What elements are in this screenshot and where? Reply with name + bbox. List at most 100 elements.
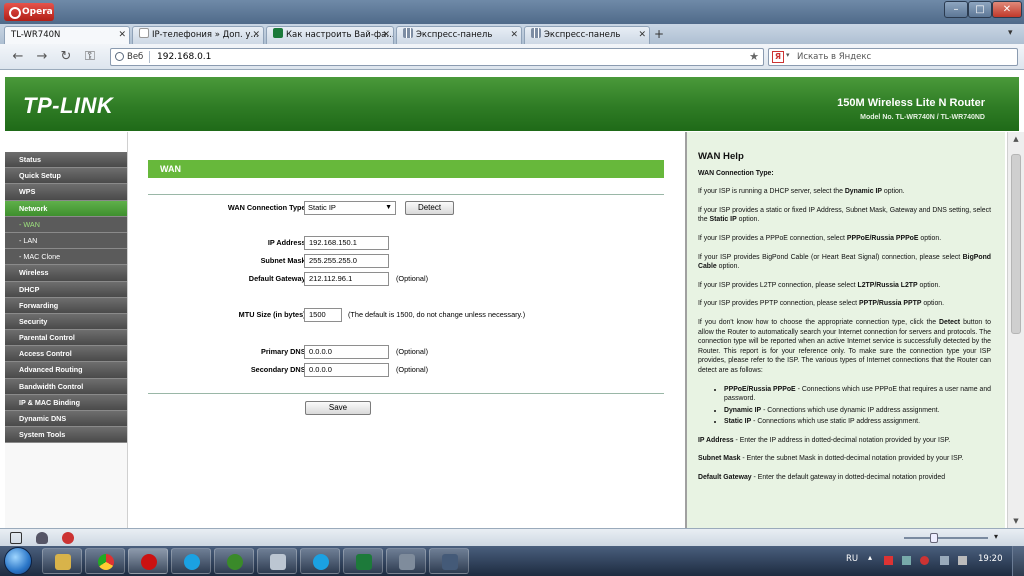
taskbar-opera[interactable] [128, 548, 168, 574]
tab-router[interactable]: TL-WR740N ✕ [4, 26, 130, 44]
search-engine-chevron-icon[interactable]: ▾ [786, 51, 790, 59]
zoom-slider-knob[interactable] [930, 533, 938, 543]
close-window-button[interactable]: ✕ [992, 1, 1022, 18]
opera-menu-button[interactable]: Opera [4, 3, 54, 21]
scroll-thumb[interactable] [1011, 154, 1021, 334]
close-tab-icon[interactable]: ✕ [510, 27, 518, 43]
menu-dynamic-dns[interactable]: Dynamic DNS [5, 411, 127, 428]
tab-speed-dial-2[interactable]: Экспресс-панель ✕ [524, 26, 650, 44]
close-tab-icon[interactable]: ✕ [252, 27, 260, 43]
scroll-up-arrow-icon[interactable]: ▲ [1008, 132, 1024, 146]
close-tab-icon[interactable]: ✕ [638, 27, 646, 43]
new-tab-plus-icon[interactable]: + [652, 28, 666, 42]
excel-icon [356, 554, 372, 570]
detect-button[interactable]: Detect [405, 201, 454, 215]
navigation-toolbar: ← → ↻ ⚿ Веб 192.168.0.1 ★ Я ▾ Искать в Я… [0, 44, 1024, 70]
search-field[interactable]: Я ▾ Искать в Яндекс [768, 48, 1018, 66]
tab-speed-dial-1[interactable]: Экспресс-панель ✕ [396, 26, 522, 44]
zoom-menu-chevron-icon[interactable]: ▾ [994, 532, 998, 541]
tab-wifi-howto[interactable]: Как настроить Вай-фа... ✕ [266, 26, 394, 44]
tab-list-chevron-icon[interactable]: ▾ [1008, 28, 1013, 38]
panel-toggle-icon[interactable] [10, 532, 22, 544]
language-indicator[interactable]: RU [846, 554, 858, 564]
close-tab-icon[interactable]: ✕ [382, 27, 390, 43]
battery-icon[interactable] [958, 556, 967, 565]
scroll-down-arrow-icon[interactable]: ▼ [1008, 514, 1024, 528]
reload-icon[interactable]: ↻ [58, 49, 74, 65]
menu-wps[interactable]: WPS [5, 184, 127, 201]
key-icon[interactable]: ⚿ [82, 49, 98, 65]
network-tray-icon[interactable] [902, 556, 911, 565]
taskbar-app[interactable] [257, 548, 297, 574]
divider [148, 194, 664, 195]
menu-wan[interactable]: - WAN [5, 216, 127, 233]
menu-ip-mac-binding[interactable]: IP & MAC Binding [5, 394, 127, 411]
back-arrow-icon[interactable]: ← [10, 49, 26, 65]
menu-advanced-routing[interactable]: Advanced Routing [5, 362, 127, 379]
speed-dial-icon [531, 28, 541, 38]
help-panel: WAN Help WAN Connection Type: If your IS… [685, 132, 1005, 528]
menu-spacer [5, 132, 127, 152]
router-page: TP-LINK 150M Wireless Lite N Router Mode… [0, 70, 1024, 528]
tray-expand-chevron-icon[interactable]: ▴ [868, 553, 877, 562]
mixer-icon [442, 554, 458, 570]
show-desktop-button[interactable] [1012, 546, 1024, 576]
menu-mac-clone[interactable]: - MAC Clone [5, 249, 127, 266]
tab-speed-dial-2-label: Экспресс-панель [544, 30, 621, 40]
bookmark-star-icon[interactable]: ★ [749, 49, 759, 65]
start-button[interactable] [4, 547, 32, 575]
taskbar-mixer[interactable] [429, 548, 469, 574]
antivirus-tray-icon[interactable] [920, 556, 929, 565]
clock[interactable]: 19:20 [978, 554, 1003, 564]
mtu-field[interactable]: 1500 [304, 308, 342, 322]
help-paragraph: Default Gateway - Enter the default gate… [698, 474, 946, 482]
menu-bandwidth-control[interactable]: Bandwidth Control [5, 378, 127, 395]
primary-dns-field[interactable]: 0.0.0.0 [304, 345, 389, 359]
menu-wireless[interactable]: Wireless [5, 265, 127, 282]
help-paragraph: If your ISP provides a PPPoE connection,… [698, 234, 942, 242]
taskbar-chrome[interactable] [85, 548, 125, 574]
help-scrollbar[interactable]: ▲ ▼ [1007, 132, 1024, 528]
flag-icon[interactable] [884, 556, 893, 565]
help-paragraph: If your ISP provides BigPond Cable (or H… [698, 253, 991, 271]
forward-arrow-icon[interactable]: → [34, 49, 50, 65]
cloud-icon[interactable] [36, 532, 48, 544]
taskbar-skype-1[interactable] [171, 548, 211, 574]
taskbar-utorrent[interactable] [214, 548, 254, 574]
url-text[interactable]: 192.168.0.1 [157, 51, 211, 63]
connection-type-value: Static IP [308, 203, 336, 212]
opera-menu-label: Opera [22, 7, 53, 17]
zoom-slider-track[interactable] [904, 537, 988, 539]
volume-icon[interactable] [940, 556, 949, 565]
subnet-mask-field[interactable]: 255.255.255.0 [304, 254, 389, 268]
tab-router-label: TL-WR740N [11, 30, 61, 40]
taskbar-skype-2[interactable] [300, 548, 340, 574]
default-gateway-field[interactable]: 212.112.96.1 [304, 272, 389, 286]
menu-status[interactable]: Status [5, 152, 127, 169]
yandex-icon[interactable]: Я [772, 51, 784, 63]
ip-address-field[interactable]: 192.168.150.1 [304, 236, 389, 250]
tab-wifi-howto-label: Как настроить Вай-фа... [286, 30, 394, 40]
taskbar-excel[interactable] [343, 548, 383, 574]
menu-quick-setup[interactable]: Quick Setup [5, 168, 127, 185]
secondary-dns-field[interactable]: 0.0.0.0 [304, 363, 389, 377]
address-field[interactable]: Веб 192.168.0.1 ★ [110, 48, 764, 66]
menu-dhcp[interactable]: DHCP [5, 281, 127, 298]
model-number: Model No. TL-WR740N / TL-WR740ND [860, 114, 985, 121]
menu-forwarding[interactable]: Forwarding [5, 297, 127, 314]
menu-system-tools[interactable]: System Tools [5, 427, 127, 444]
menu-security[interactable]: Security [5, 313, 127, 331]
menu-lan[interactable]: - LAN [5, 232, 127, 250]
tab-ip-telephony[interactable]: IP-телефония » Доп. у... ✕ [132, 26, 264, 44]
menu-parental-control[interactable]: Parental Control [5, 330, 127, 347]
connection-type-select[interactable]: Static IP ▼ [304, 201, 396, 215]
taskbar-network[interactable] [386, 548, 426, 574]
taskbar-explorer[interactable] [42, 548, 82, 574]
save-button[interactable]: Save [305, 401, 371, 415]
menu-network[interactable]: Network [5, 200, 127, 217]
turbo-icon[interactable] [62, 532, 74, 544]
menu-access-control[interactable]: Access Control [5, 346, 127, 363]
maximize-button[interactable]: □ [968, 1, 992, 18]
close-tab-icon[interactable]: ✕ [118, 27, 126, 43]
minimize-button[interactable]: – [944, 1, 968, 18]
